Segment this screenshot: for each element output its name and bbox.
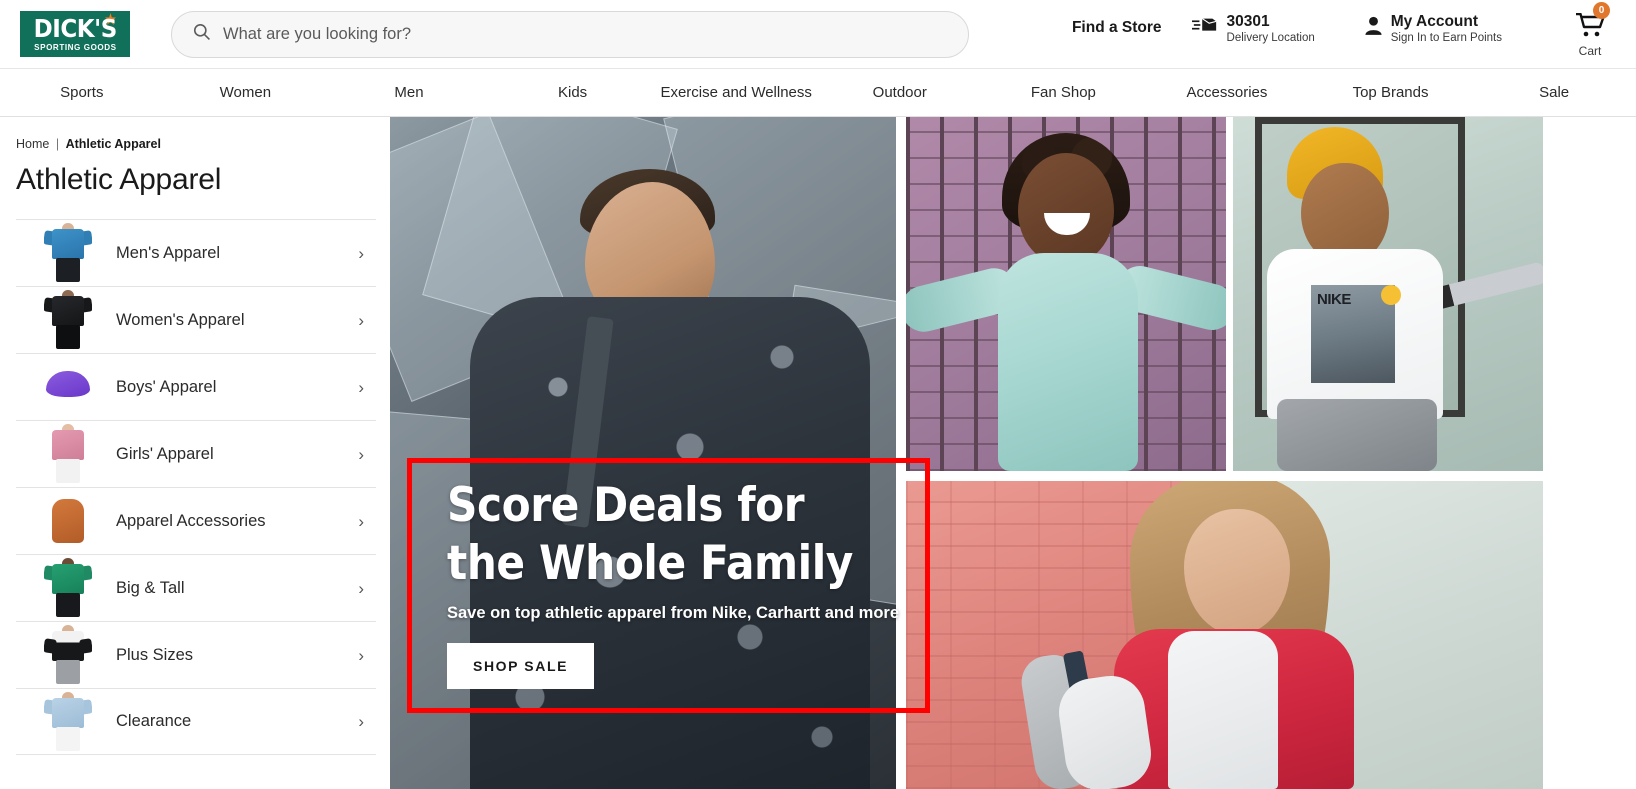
hero-subheadline: Save on top athletic apparel from Nike, … xyxy=(447,604,900,622)
account-title: My Account xyxy=(1390,12,1479,30)
breadcrumb: Home | Athletic Apparel xyxy=(0,117,390,151)
logo-sub-text: SPORTING GOODS xyxy=(33,41,117,52)
find-a-store-link[interactable]: Find a Store xyxy=(1072,13,1162,37)
category-label: Girls' Apparel xyxy=(116,444,214,463)
purple-bucket-hat-thumb xyxy=(44,357,92,417)
shop-sale-button[interactable]: SHOP SALE xyxy=(447,643,595,689)
sidebar-item-mens-apparel[interactable]: Men's Apparel › xyxy=(16,219,376,286)
black-white-jacket-thumb xyxy=(44,625,92,685)
hero-copy-block: Score Deals for the Whole Family Save on… xyxy=(447,477,917,689)
category-label: Men's Apparel xyxy=(116,243,221,262)
dicks-sporting-goods-logo[interactable]: DICK'S SPORTING GOODS xyxy=(20,11,130,57)
package-truck-icon xyxy=(1191,13,1218,41)
nav-item-accessories[interactable]: Accessories xyxy=(1145,84,1309,101)
category-label: Boys' Apparel xyxy=(116,377,217,396)
chevron-right-icon: › xyxy=(358,578,364,598)
girl-in-teal-on-purple-brick-photo[interactable] xyxy=(906,117,1226,471)
breadcrumb-separator: | xyxy=(55,137,60,151)
sidebar-item-womens-apparel[interactable]: Women's Apparel › xyxy=(16,286,376,353)
chevron-right-icon: › xyxy=(358,645,364,665)
primary-navigation: Sports Women Men Kids Exercise and Welln… xyxy=(0,68,1636,117)
nav-item-sale[interactable]: Sale xyxy=(1472,84,1636,101)
chevron-right-icon: › xyxy=(358,712,364,731)
category-label: Women's Apparel xyxy=(116,310,245,329)
breadcrumb-current: Athletic Apparel xyxy=(65,137,161,151)
nav-item-men[interactable]: Men xyxy=(327,84,491,101)
nav-item-fan-shop[interactable]: Fan Shop xyxy=(982,84,1146,101)
chevron-right-icon: › xyxy=(358,310,364,330)
nav-item-sports[interactable]: Sports xyxy=(0,84,164,101)
account-subtitle: Sign In to Earn Points xyxy=(1390,32,1502,45)
category-list: Men's Apparel › Women's Apparel › Boys' … xyxy=(0,219,390,755)
breadcrumb-home[interactable]: Home xyxy=(16,137,49,151)
delivery-location[interactable]: 30301 Delivery Location xyxy=(1191,12,1315,46)
search-bar[interactable] xyxy=(171,10,969,58)
page-body: Home | Athletic Apparel Athletic Apparel… xyxy=(0,117,1636,789)
my-account[interactable]: My Account Sign In to Earn Points xyxy=(1365,13,1502,46)
sidebar-item-plus-sizes[interactable]: Plus Sizes › xyxy=(16,621,376,688)
sidebar-item-big-and-tall[interactable]: Big & Tall › xyxy=(16,554,376,621)
category-label: Plus Sizes xyxy=(116,645,194,664)
cart-button[interactable]: 0 Cart xyxy=(1562,1,1618,58)
search-input[interactable] xyxy=(223,24,948,44)
womens-tshirt-thumb xyxy=(44,290,92,350)
nav-item-outdoor[interactable]: Outdoor xyxy=(818,84,982,101)
person-icon xyxy=(1365,13,1382,40)
green-tshirt-thumb xyxy=(44,558,92,618)
sidebar-item-girls-apparel[interactable]: Girls' Apparel › xyxy=(16,420,376,487)
category-label: Apparel Accessories xyxy=(116,511,266,530)
hero-headline: Score Deals for the Whole Family xyxy=(447,478,853,591)
hero-right-margin xyxy=(1543,117,1636,789)
category-label: Big & Tall xyxy=(116,578,185,597)
pink-tank-top-thumb xyxy=(44,424,92,484)
delivery-zip: 30301 xyxy=(1226,12,1270,30)
mens-tshirt-thumb xyxy=(44,223,92,283)
nav-item-kids[interactable]: Kids xyxy=(491,84,655,101)
nav-item-top-brands[interactable]: Top Brands xyxy=(1309,84,1473,101)
chevron-right-icon: › xyxy=(358,511,364,531)
chevron-right-icon: › xyxy=(358,444,364,464)
logo-main-text: DICK'S xyxy=(33,13,117,43)
chevron-right-icon: › xyxy=(358,243,364,263)
sidebar-item-apparel-accessories[interactable]: Apparel Accessories › xyxy=(16,487,376,554)
sidebar-item-clearance[interactable]: Clearance › xyxy=(16,688,376,755)
nav-item-women[interactable]: Women xyxy=(164,84,328,101)
delivery-label: Delivery Location xyxy=(1226,32,1315,45)
light-blue-polo-thumb xyxy=(44,691,92,752)
sidebar-item-boys-apparel[interactable]: Boys' Apparel › xyxy=(16,353,376,420)
tile-gutter-horizontal xyxy=(896,471,1543,481)
orange-backpack-thumb xyxy=(44,491,92,551)
header-utility-links: Find a Store 30301 Delivery Location My … xyxy=(1072,1,1618,58)
boy-with-yellow-beanie-nike-tee-photo[interactable]: NIKE xyxy=(1233,117,1543,471)
site-header: DICK'S SPORTING GOODS Find a Store 30301… xyxy=(0,0,1636,68)
search-icon xyxy=(192,22,211,46)
hero-banner: NIKE Score Deals for the Whole Family Sa… xyxy=(390,117,1636,789)
category-label: Clearance xyxy=(116,712,192,730)
woman-in-red-vest-photo[interactable] xyxy=(906,481,1543,789)
nav-item-exercise-and-wellness[interactable]: Exercise and Wellness xyxy=(654,84,818,101)
cart-count-badge: 0 xyxy=(1593,1,1610,19)
tile-gutter-vertical-2 xyxy=(1226,117,1233,471)
category-sidebar: Home | Athletic Apparel Athletic Apparel… xyxy=(0,117,390,789)
chevron-right-icon: › xyxy=(358,377,364,397)
cart-label: Cart xyxy=(1578,43,1602,58)
page-title: Athletic Apparel xyxy=(16,163,222,196)
